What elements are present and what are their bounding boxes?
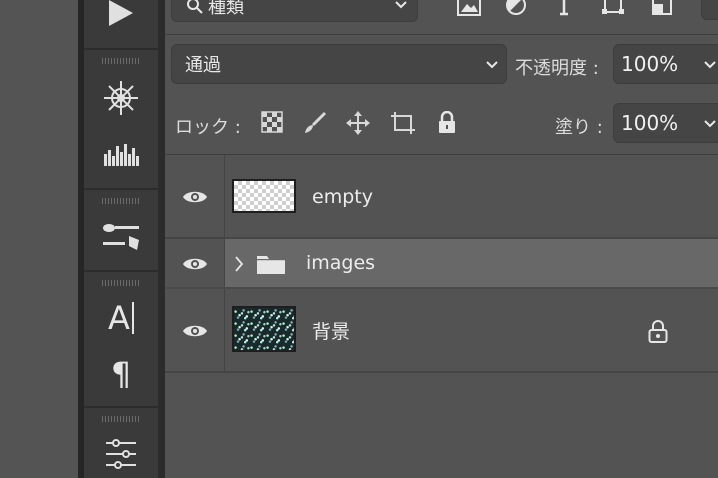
fill-label: 塗り : [555, 117, 603, 138]
filter-toggle[interactable] [701, 0, 718, 20]
divider [224, 289, 225, 373]
divider [224, 155, 225, 239]
panel-divider [158, 0, 165, 478]
shape-filter-icon[interactable] [601, 0, 625, 16]
grip-handle[interactable] [102, 198, 140, 204]
layer-thumbnail [232, 179, 296, 213]
layer-lock-icon[interactable] [647, 319, 669, 343]
visibility-toggle[interactable] [165, 155, 224, 239]
divider [224, 239, 225, 289]
brush-settings-icon[interactable] [84, 216, 158, 256]
chevron-down-icon [486, 61, 498, 69]
histogram-icon[interactable] [84, 138, 158, 168]
layer-row-background[interactable]: 背景 [165, 289, 718, 373]
layer-row-empty[interactable]: empty [165, 155, 718, 239]
network-wheel-icon[interactable] [84, 78, 158, 118]
layer-filter-label: 種類 [208, 0, 244, 18]
adjustments-icon[interactable] [84, 436, 158, 472]
lock-transparent-pixels-icon[interactable] [261, 111, 283, 133]
grip-handle[interactable] [102, 416, 140, 422]
blend-mode-value: 通過 [185, 55, 221, 76]
adjustment-filter-icon[interactable] [505, 0, 527, 16]
lock-position-icon[interactable] [346, 111, 370, 135]
type-filter-icon[interactable] [553, 0, 575, 16]
lock-artboard-icon[interactable] [390, 111, 416, 135]
lock-label: ロック : [175, 117, 241, 138]
divider [165, 34, 718, 35]
layer-name[interactable]: 背景 [312, 317, 350, 344]
workspace-background [0, 0, 78, 478]
eye-icon [182, 258, 207, 270]
image-filter-icon[interactable] [457, 0, 481, 16]
eye-icon [182, 325, 207, 337]
chevron-down-icon [704, 61, 716, 69]
layer-row-images[interactable]: images [165, 239, 718, 289]
opacity-field[interactable]: 100% [613, 44, 718, 84]
divider [84, 188, 158, 190]
panel-icon-strip: A ¶ [84, 0, 158, 478]
fill-value: 100% [621, 111, 679, 135]
grip-handle[interactable] [102, 58, 140, 64]
divider [84, 406, 158, 408]
layer-filter-select[interactable]: 種類 [171, 0, 418, 22]
smart-object-filter-icon[interactable] [651, 0, 673, 16]
chevron-down-icon [704, 120, 716, 128]
divider [165, 371, 718, 373]
visibility-toggle[interactable] [165, 239, 224, 289]
divider [84, 270, 158, 272]
divider [84, 48, 158, 50]
grip-handle[interactable] [102, 280, 140, 286]
fill-field[interactable]: 100% [613, 103, 718, 143]
character-icon[interactable]: A [84, 298, 158, 338]
opacity-label: 不透明度 : [515, 58, 599, 79]
visibility-toggle[interactable] [165, 289, 224, 373]
blend-mode-select[interactable]: 通過 [171, 44, 507, 84]
folder-icon [257, 256, 285, 274]
layer-name[interactable]: empty [312, 186, 373, 208]
opacity-value: 100% [621, 52, 679, 76]
lock-image-pixels-icon[interactable] [303, 111, 327, 135]
lock-all-icon[interactable] [437, 111, 457, 133]
paragraph-glyph: ¶ [110, 355, 132, 393]
paragraph-icon[interactable]: ¶ [84, 354, 158, 394]
play-icon[interactable] [84, 0, 158, 28]
layer-thumbnail [232, 306, 296, 352]
layer-name[interactable]: images [306, 252, 375, 274]
search-icon [187, 0, 203, 14]
chevron-right-icon[interactable] [233, 254, 245, 274]
character-glyph: A [108, 299, 130, 337]
eye-icon [182, 191, 207, 203]
layers-panel: 種類 通過 不透明度 : 100% ロック : 塗り: 100% empty … [165, 0, 718, 478]
chevron-down-icon [395, 1, 407, 9]
